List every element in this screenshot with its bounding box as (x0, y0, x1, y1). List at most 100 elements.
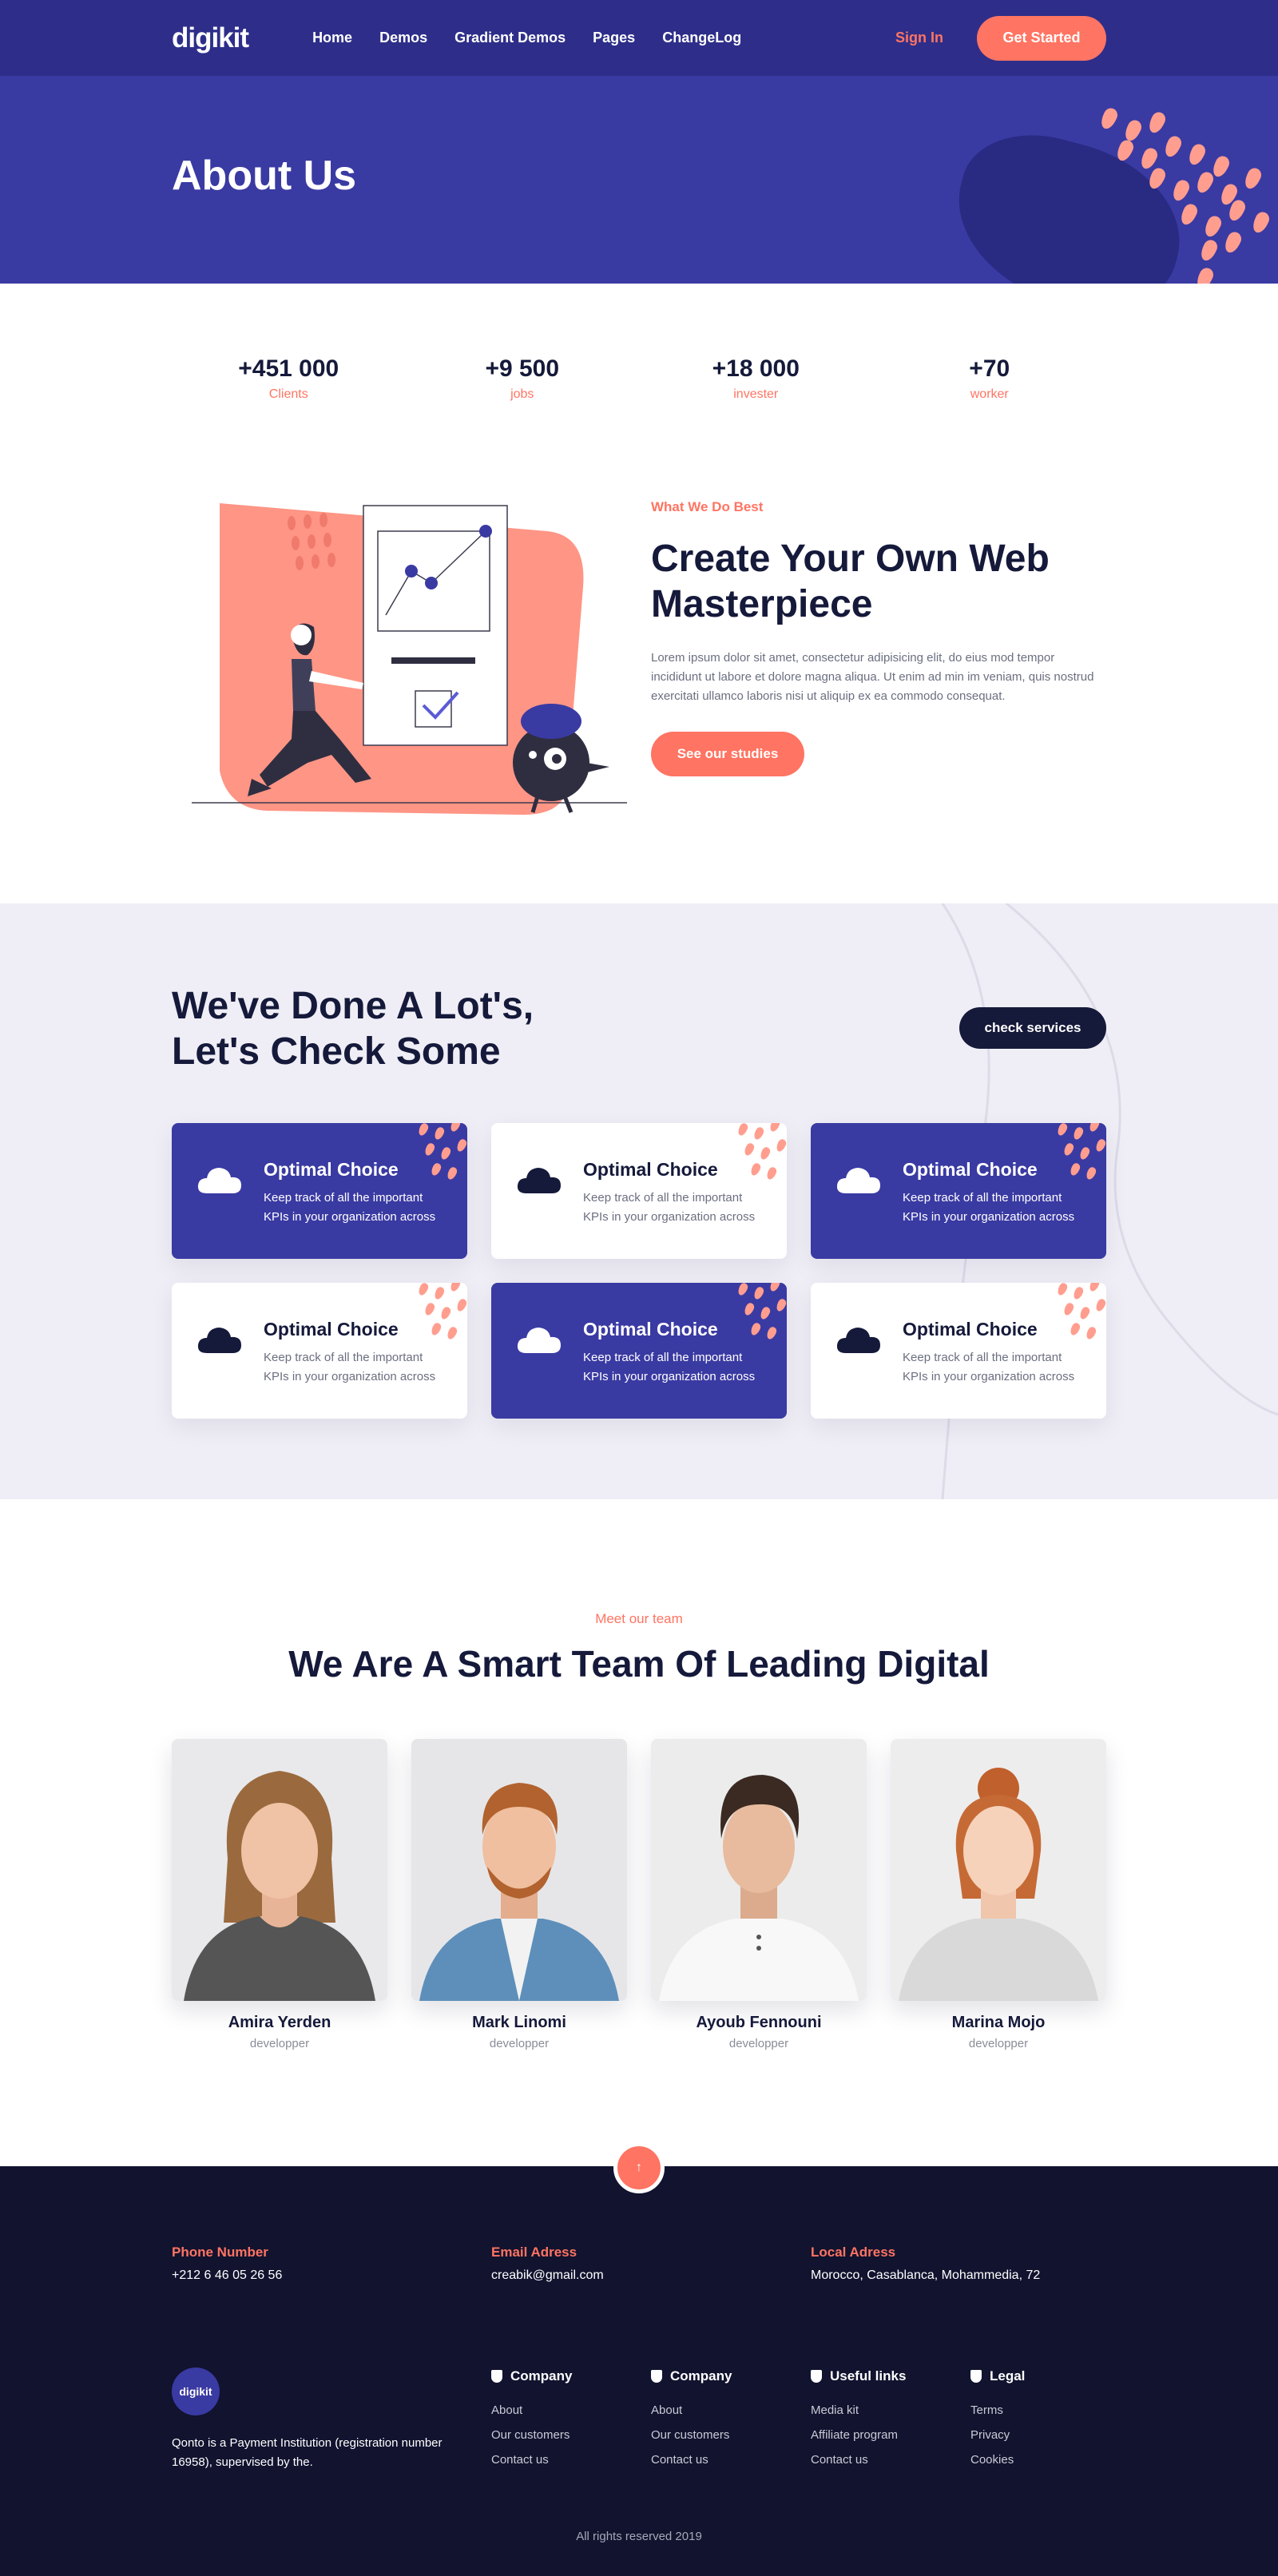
footer-link-terms[interactable]: Terms (970, 2403, 1025, 2417)
drop-shape (1242, 165, 1264, 192)
nav-demos[interactable]: Demos (379, 30, 427, 46)
decorative-blob (937, 117, 1200, 284)
back-to-top-button[interactable]: ↑ (613, 2142, 665, 2193)
footer-link-about[interactable]: About (491, 2403, 572, 2417)
drop-shape (1250, 209, 1272, 236)
email-value[interactable]: creabik@gmail.com (491, 2268, 604, 2283)
team-member: Marina Mojo developper (891, 1739, 1106, 2050)
footer-link-contact[interactable]: Contact us (811, 2453, 906, 2467)
stat-label: invester (733, 387, 779, 401)
phone-value[interactable]: +212 6 46 05 26 56 (172, 2268, 282, 2283)
member-name: Marina Mojo (951, 2014, 1046, 2031)
nav-home[interactable]: Home (312, 30, 352, 46)
drop-shape (743, 1141, 756, 1157)
check-services-button[interactable]: check services (959, 1007, 1106, 1049)
drop-shape (449, 1123, 462, 1133)
email-label: Email Adress (491, 2245, 577, 2260)
drop-shape (455, 1137, 467, 1153)
see-studies-button[interactable]: See our studies (651, 732, 804, 776)
cloud-icon (836, 1168, 880, 1193)
about-heading: Create Your Own Web Masterpiece (651, 538, 1050, 625)
team-member: Amira Yerden developper (172, 1739, 387, 2050)
nav-changelog[interactable]: ChangeLog (662, 30, 741, 46)
footer-link-privacy[interactable]: Privacy (970, 2428, 1025, 2442)
services-grid: Optimal Choice Keep track of all the impo… (172, 1123, 1106, 1419)
drop-shape (1194, 169, 1216, 196)
address-label: Local Adress (811, 2245, 896, 2260)
drop-shape (752, 1125, 765, 1141)
footer-link-customers[interactable]: Our customers (651, 2428, 732, 2442)
footer-logo[interactable]: digikit (172, 2368, 220, 2415)
stat-jobs: +9 500 jobs (406, 355, 640, 402)
column-heading-text: Useful links (830, 2368, 907, 2383)
footer: Phone Number +212 6 46 05 26 56 Email Ad… (0, 2166, 1278, 2576)
drop-shape (1072, 1285, 1085, 1301)
stat-value: +9 500 (485, 355, 560, 382)
footer-link-customers[interactable]: Our customers (491, 2428, 572, 2442)
drop-shape (775, 1297, 787, 1313)
nav-gradient-demos[interactable]: Gradient Demos (454, 30, 566, 46)
card-title: Optimal Choice (583, 1319, 718, 1340)
drop-shape (752, 1285, 765, 1301)
get-started-button[interactable]: Get Started (977, 15, 1106, 61)
drop-shape (449, 1283, 462, 1293)
logo[interactable]: digikit (172, 22, 249, 54)
shield-icon (491, 2370, 502, 2383)
cloud-icon (517, 1328, 561, 1353)
member-photo (411, 1739, 627, 2001)
signin-link[interactable]: Sign In (895, 30, 943, 46)
drop-shape (1056, 1283, 1069, 1297)
team-eyebrow: Meet our team (595, 1611, 683, 1626)
stat-label: worker (970, 387, 1009, 401)
drop-shape (1210, 153, 1232, 180)
drop-shape (1170, 177, 1192, 204)
drop-shape (775, 1137, 787, 1153)
drop-shape (736, 1283, 749, 1297)
phone-label: Phone Number (172, 2245, 268, 2260)
drop-shape (1094, 1137, 1106, 1153)
stat-label: jobs (510, 387, 534, 401)
page-title: About Us (172, 153, 357, 199)
stat-investers: +18 000 invester (639, 355, 873, 402)
member-role: developper (728, 2037, 789, 2050)
stat-label: Clients (268, 387, 308, 401)
service-card[interactable]: Optimal Choice Keep track of all the impo… (491, 1283, 787, 1419)
service-card[interactable]: Optimal Choice Keep track of all the impo… (172, 1123, 467, 1259)
team-grid: Amira Yerden developper Mark Linomi deve… (172, 1739, 1106, 2050)
service-card[interactable]: Optimal Choice Keep track of all the impo… (811, 1283, 1106, 1419)
services-section: We've Done A Lot's, Let's Check Some che… (0, 903, 1278, 1499)
service-card[interactable]: Optimal Choice Keep track of all the impo… (811, 1123, 1106, 1259)
service-card[interactable]: Optimal Choice Keep track of all the impo… (172, 1283, 467, 1419)
service-card[interactable]: Optimal Choice Keep track of all the impo… (491, 1123, 787, 1259)
drop-shape (423, 1301, 436, 1317)
drop-shape (1162, 133, 1184, 160)
drop-shape (1094, 1297, 1106, 1313)
drop-shape (417, 1283, 430, 1297)
stat-clients: +451 000 Clients (172, 355, 406, 402)
card-title: Optimal Choice (264, 1159, 399, 1180)
drop-shape (1098, 105, 1120, 132)
drop-shape (1146, 109, 1168, 136)
about-eyebrow: What We Do Best (651, 499, 764, 514)
card-description: Keep track of all the important KPIs in … (903, 1191, 1075, 1224)
drop-shape (417, 1123, 430, 1137)
footer-link-media-kit[interactable]: Media kit (811, 2403, 906, 2417)
footer-column-heading: Company (491, 2368, 572, 2384)
footer-column-heading: Company (651, 2368, 732, 2384)
footer-link-cookies[interactable]: Cookies (970, 2453, 1025, 2467)
drop-shape (1088, 1283, 1101, 1293)
drop-shape (1062, 1301, 1075, 1317)
footer-about: Qonto is a Payment Institution (registra… (172, 2436, 443, 2469)
nav-pages[interactable]: Pages (593, 30, 635, 46)
footer-link-contact[interactable]: Contact us (651, 2453, 732, 2467)
drop-shape (768, 1283, 781, 1293)
drop-shape (1062, 1141, 1075, 1157)
column-heading-text: Company (670, 2368, 732, 2383)
footer-link-about[interactable]: About (651, 2403, 732, 2417)
footer-column-heading: Legal (970, 2368, 1025, 2384)
drop-shape (1178, 201, 1200, 228)
team-heading: We Are A Smart Team Of Leading Digital (288, 1643, 990, 1685)
footer-link-contact[interactable]: Contact us (491, 2453, 572, 2467)
member-name: Amira Yerden (228, 2014, 331, 2031)
footer-link-affiliate[interactable]: Affiliate program (811, 2428, 906, 2442)
